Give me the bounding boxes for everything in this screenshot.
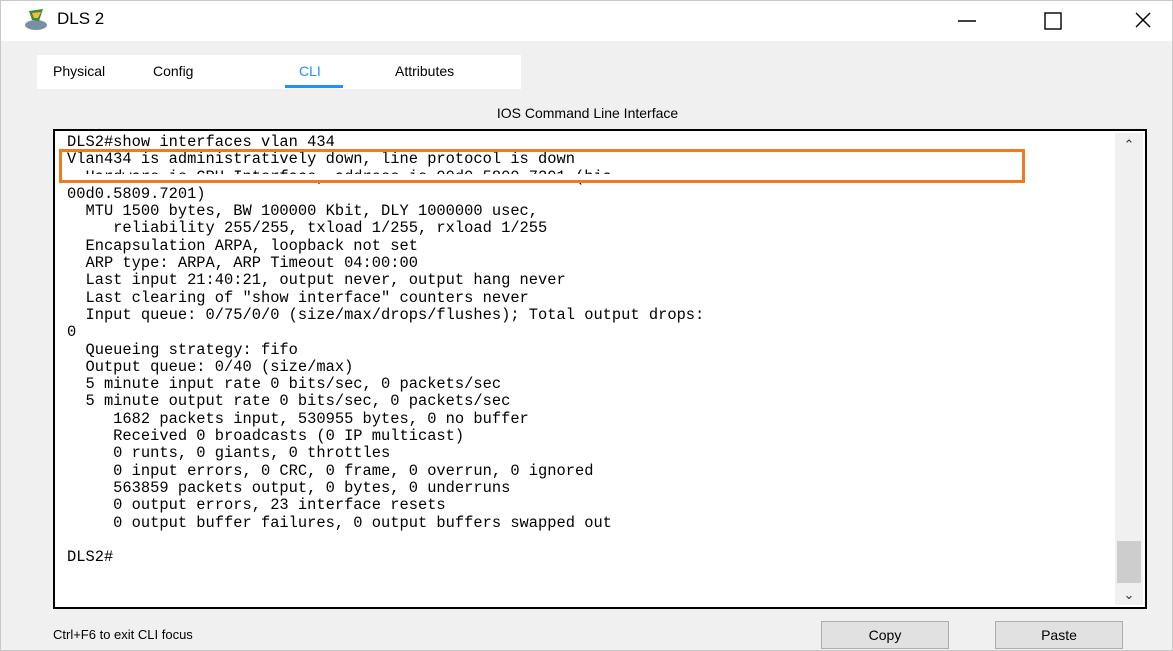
minimize-button[interactable] (938, 1, 996, 41)
active-tab-indicator (285, 85, 343, 88)
copy-button[interactable]: Copy (821, 621, 949, 649)
window-title: DLS 2 (57, 9, 105, 28)
terminal-viewport: DLS2#show interfaces vlan 434 Vlan434 is… (55, 131, 1115, 607)
title-bar: DLS 2 (1, 1, 1172, 41)
tab-cli[interactable]: CLI (299, 63, 321, 79)
tab-config[interactable]: Config (153, 63, 193, 79)
packet-tracer-switch-icon (25, 9, 47, 30)
tab-physical[interactable]: Physical (53, 63, 105, 79)
paste-button[interactable]: Paste (995, 621, 1123, 649)
device-window: DLS 2 Physical Config CLI Attributes IOS… (0, 0, 1173, 651)
chevron-up-icon[interactable]: ⌃ (1115, 135, 1143, 155)
tab-attributes[interactable]: Attributes (395, 63, 454, 79)
cli-terminal[interactable]: DLS2#show interfaces vlan 434 Vlan434 is… (53, 129, 1147, 609)
highlight-overlap-mask (62, 174, 1022, 180)
maximize-button[interactable] (1024, 1, 1082, 41)
maximize-icon (1044, 12, 1062, 30)
cli-heading: IOS Command Line Interface (496, 105, 679, 121)
close-button[interactable] (1114, 1, 1172, 41)
status-text: Ctrl+F6 to exit CLI focus (53, 627, 193, 642)
vertical-scrollbar[interactable]: ⌃ ⌄ (1115, 133, 1143, 605)
minimize-icon (958, 20, 976, 22)
chevron-down-icon[interactable]: ⌄ (1115, 585, 1143, 605)
scroll-thumb[interactable] (1117, 541, 1141, 583)
tab-bar: Physical Config CLI Attributes (37, 55, 521, 89)
terminal-output[interactable]: DLS2#show interfaces vlan 434 Vlan434 is… (67, 133, 704, 566)
close-icon (1135, 12, 1151, 28)
